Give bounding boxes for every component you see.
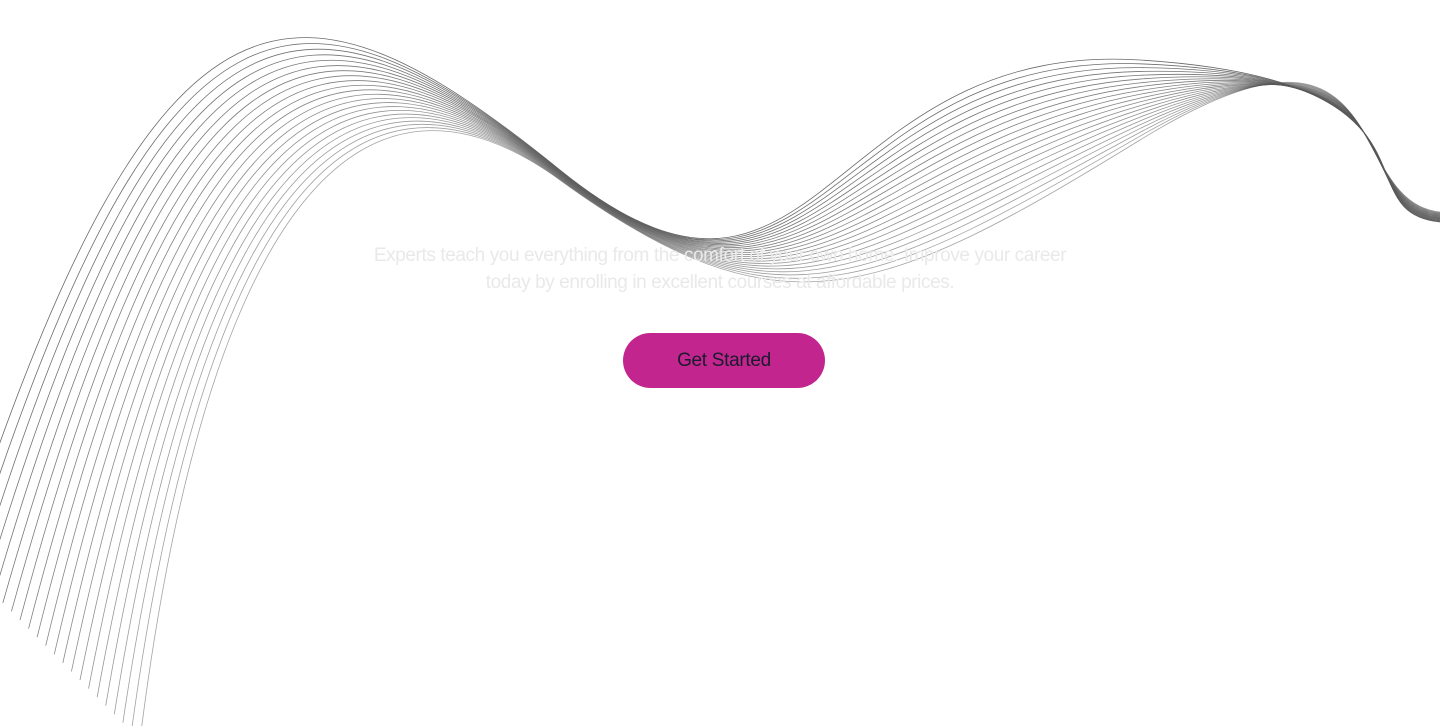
wave-line	[0, 60, 1440, 577]
hero-subtitle-line-1: Experts teach you everything from the co…	[373, 245, 1067, 266]
wave-line	[96, 84, 1440, 698]
hero-subtitle-line-2: today by enrolling in excellent courses …	[485, 272, 955, 293]
get-started-button[interactable]: Get Started	[623, 333, 825, 388]
wave-line	[105, 83, 1440, 706]
wave-line	[113, 83, 1440, 715]
wave-line	[0, 48, 1440, 507]
hero-section: Experts teach you everything from the co…	[0, 0, 1440, 726]
wave-line	[122, 83, 1440, 723]
wave-line	[141, 81, 1440, 726]
hero-subtitle: Experts teach you everything from the co…	[320, 242, 1120, 296]
wave-line	[0, 37, 1440, 444]
wave-line	[131, 82, 1440, 726]
